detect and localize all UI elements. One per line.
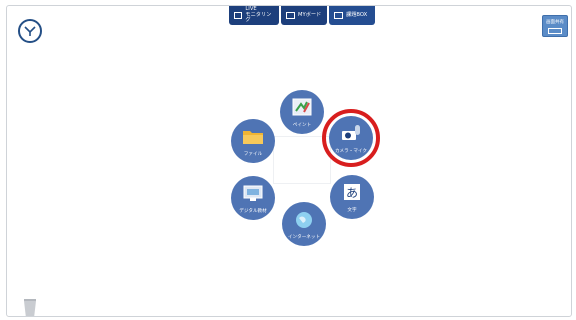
folder-icon: [243, 131, 263, 144]
box-icon: [334, 12, 343, 19]
tab-label: 課題BOX: [346, 11, 368, 18]
monitor-icon: [234, 12, 243, 19]
menu-item-label: ペイント: [292, 123, 312, 128]
menu-item-digital-material[interactable]: デジタル教材: [231, 176, 275, 220]
app-screen: LIVE モニタリング MYボード 課題BOX 画面共有 ペイント カメラ・マイ…: [6, 5, 572, 317]
menu-item-label: ファイル: [243, 152, 263, 157]
menu-item-text[interactable]: あ 文字: [330, 175, 374, 219]
text-icon: あ: [344, 184, 360, 200]
screen-share-button[interactable]: 画面共有: [542, 15, 568, 37]
tab-label: LIVE モニタリング: [245, 5, 272, 24]
top-tab-bar: LIVE モニタリング MYボード 課題BOX: [229, 6, 375, 25]
trash-icon[interactable]: [24, 299, 36, 317]
menu-item-label: 文字: [347, 208, 357, 213]
menu-item-file[interactable]: ファイル: [231, 119, 275, 163]
text-icon-glyph: あ: [346, 186, 358, 200]
menu-item-paint[interactable]: ペイント: [280, 90, 324, 134]
tab-assignment-box[interactable]: 課題BOX: [329, 6, 375, 25]
paint-icon: [292, 98, 312, 116]
board-icon: [286, 12, 295, 19]
app-logo-icon[interactable]: [18, 19, 42, 43]
menu-item-label: デジタル教材: [239, 209, 267, 214]
screen-share-icon: [548, 28, 562, 34]
screen-share-label: 画面共有: [546, 20, 564, 25]
digital-material-icon: [243, 185, 263, 201]
tab-live-monitoring[interactable]: LIVE モニタリング: [229, 6, 279, 25]
menu-item-internet[interactable]: インターネット: [282, 202, 326, 246]
tab-my-board[interactable]: MYボード: [281, 6, 327, 25]
menu-item-label: インターネット: [287, 235, 321, 240]
tab-label: MYボード: [298, 11, 322, 18]
globe-icon: [296, 212, 312, 228]
camera-mic-highlight-ring: [322, 109, 380, 167]
